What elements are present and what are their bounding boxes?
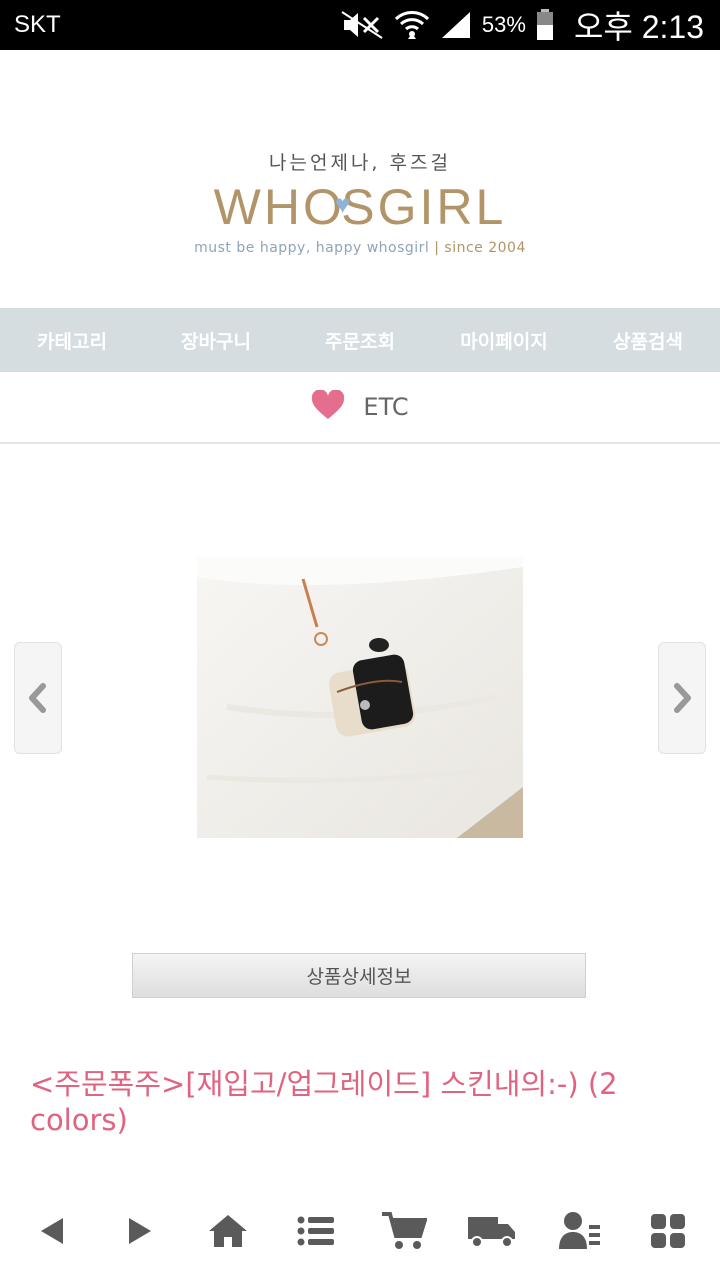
- back-icon: [41, 1218, 63, 1244]
- bottom-toolbar: [0, 1182, 720, 1280]
- brand-left: WH: [213, 179, 303, 235]
- logo-slogan: must be happy, happy whosgirl: [194, 240, 430, 256]
- grid-icon: [651, 1214, 685, 1248]
- wifi-icon: [394, 9, 430, 41]
- category-label: ETC: [363, 393, 409, 421]
- user-button[interactable]: [544, 1196, 616, 1266]
- logo-subtitle: must be happy, happy whosgirl | since 20…: [0, 240, 720, 256]
- user-icon: [559, 1212, 600, 1249]
- back-button[interactable]: [16, 1196, 88, 1266]
- brand-o: O♥: [302, 179, 354, 235]
- product-image[interactable]: [197, 557, 523, 838]
- delivery-button[interactable]: [456, 1196, 528, 1266]
- forward-icon: [129, 1218, 151, 1244]
- grid-button[interactable]: [632, 1196, 704, 1266]
- nav-item-order-lookup[interactable]: 주문조회: [288, 308, 432, 372]
- chevron-left-icon: [29, 683, 46, 713]
- delivery-icon: [468, 1217, 515, 1248]
- battery-icon: [536, 9, 554, 41]
- site-logo[interactable]: 나는언제나, 후즈걸 WHO♥SGIRL must be happy, happ…: [0, 50, 720, 308]
- heart-icon: [311, 389, 345, 424]
- nav-item-mypage[interactable]: 마이페이지: [432, 308, 576, 372]
- product-title: <주문폭주>[재입고/업그레이드] 스킨내의:-) (2 colors): [30, 1066, 720, 1138]
- brand-right: SGIRL: [341, 179, 507, 235]
- carrier-label: SKT: [14, 11, 61, 38]
- product-detail-button[interactable]: 상품상세정보: [132, 953, 586, 998]
- clock: 오후 2:13: [573, 9, 704, 45]
- list-button[interactable]: [280, 1196, 352, 1266]
- list-icon: [297, 1216, 334, 1246]
- nav-item-search[interactable]: 상품검색: [576, 308, 720, 372]
- main-nav: 카테고리 장바구니 주문조회 마이페이지 상품검색: [0, 308, 720, 372]
- logo-tagline: 나는언제나, 후즈걸: [269, 152, 451, 174]
- status-bar: SKT 53% 오후 2:13: [0, 0, 720, 50]
- logo-heart-icon: ♥: [334, 189, 354, 220]
- mute-icon: [340, 10, 384, 40]
- signal-icon: [440, 10, 472, 40]
- logo-since: | since 2004: [434, 240, 526, 256]
- next-image-button[interactable]: [658, 642, 706, 754]
- cart-button[interactable]: [368, 1196, 440, 1266]
- nav-item-category[interactable]: 카테고리: [0, 308, 144, 372]
- prev-image-button[interactable]: [14, 642, 62, 754]
- brand-wordmark: WHO♥SGIRL: [0, 178, 720, 236]
- home-button[interactable]: [192, 1196, 264, 1266]
- cart-icon: [382, 1212, 427, 1249]
- nav-item-cart[interactable]: 장바구니: [144, 308, 288, 372]
- product-title-text: <주문폭주>[재입고/업그레이드] 스킨내의:-) (2 colors): [30, 1067, 618, 1137]
- category-header: ETC: [0, 372, 720, 444]
- forward-button[interactable]: [104, 1196, 176, 1266]
- battery-percent: 53%: [481, 12, 526, 37]
- chevron-right-icon: [674, 683, 691, 713]
- home-icon: [209, 1215, 247, 1247]
